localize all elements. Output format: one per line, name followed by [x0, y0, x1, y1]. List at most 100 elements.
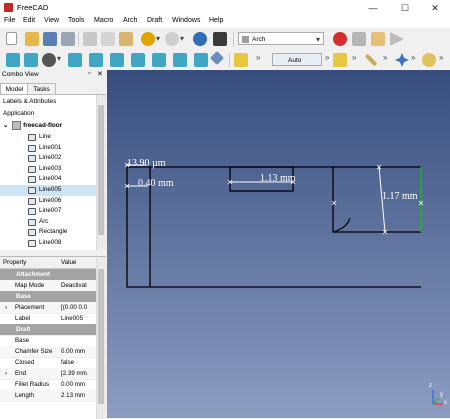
- undo-icon[interactable]: [141, 32, 155, 46]
- draft-line-icon[interactable]: [364, 53, 378, 67]
- property-value[interactable]: Deactivat: [61, 280, 95, 291]
- snap-lock-icon[interactable]: [422, 53, 436, 67]
- edit-macro-icon[interactable]: [371, 32, 385, 46]
- tree-item[interactable]: Arc: [0, 217, 96, 228]
- save-icon[interactable]: [43, 32, 57, 46]
- whats-this-icon[interactable]: [213, 32, 227, 46]
- toolbar-separator: [229, 53, 230, 68]
- tree-item[interactable]: Line004: [0, 174, 96, 185]
- move-icon[interactable]: [395, 53, 409, 67]
- line-object-icon: [28, 155, 36, 163]
- view-rear-icon[interactable]: [152, 53, 166, 67]
- property-scrollbar-thumb[interactable]: [98, 269, 104, 404]
- property-header-row: Property Value: [0, 257, 96, 269]
- record-macro-icon[interactable]: [333, 32, 347, 46]
- menu-tools[interactable]: Tools: [68, 17, 84, 24]
- tree-item[interactable]: Line003: [0, 164, 96, 175]
- expand-chevron-icon[interactable]: ›: [5, 368, 7, 379]
- tree-item[interactable]: Line002: [0, 153, 96, 164]
- menu-help[interactable]: Help: [209, 17, 223, 24]
- tree-item[interactable]: Line: [0, 132, 96, 143]
- cut-icon[interactable]: [83, 32, 97, 46]
- main-toolbar: ▾ ▾ Arch ▾: [0, 28, 450, 51]
- z-axis-label: z: [429, 383, 432, 389]
- freecad-app-icon: [4, 3, 13, 12]
- toolbar-overflow-icon[interactable]: »: [256, 53, 260, 62]
- property-value[interactable]: 2.13 mm: [61, 390, 95, 401]
- menu-file[interactable]: File: [4, 17, 15, 24]
- new-document-icon[interactable]: [6, 32, 17, 45]
- tree-scrollbar[interactable]: [96, 95, 106, 250]
- view-left-icon[interactable]: [194, 53, 208, 67]
- draft-layer-icon[interactable]: [333, 53, 347, 67]
- snap-mode-selector[interactable]: Auto: [272, 53, 322, 66]
- save-as-icon[interactable]: [61, 32, 75, 46]
- drawing-canvas[interactable]: [107, 70, 450, 418]
- copy-icon[interactable]: [101, 32, 115, 46]
- door-arc[interactable]: [332, 217, 351, 233]
- arch-wall-icon[interactable]: [234, 53, 248, 67]
- property-value[interactable]: [(0.00 0.0: [61, 302, 95, 313]
- chevron-down-icon: ▾: [315, 35, 320, 44]
- toolbar-overflow-icon[interactable]: »: [325, 53, 329, 62]
- float-panel-icon[interactable]: ▫: [88, 70, 90, 77]
- y-axis-label: y: [440, 392, 443, 398]
- paste-icon[interactable]: [119, 32, 133, 46]
- property-value[interactable]: 0.00 mm: [61, 379, 95, 390]
- toolbar-overflow-icon[interactable]: »: [439, 53, 443, 62]
- toolbar-overflow-icon[interactable]: »: [383, 53, 387, 62]
- tree-item[interactable]: Line006: [0, 196, 96, 207]
- property-value[interactable]: Line005: [61, 313, 95, 324]
- close-button[interactable]: ✕: [420, 0, 450, 16]
- close-panel-icon[interactable]: ✕: [97, 70, 103, 78]
- view-front-icon[interactable]: [89, 53, 103, 67]
- redo-icon[interactable]: [165, 32, 179, 46]
- menu-view[interactable]: View: [44, 17, 59, 24]
- maximize-button[interactable]: ☐: [390, 0, 420, 16]
- toolbar-overflow-icon[interactable]: »: [411, 53, 415, 62]
- property-value[interactable]: 0.00 mm: [61, 346, 95, 357]
- draw-style-dropdown-icon[interactable]: ▾: [57, 54, 61, 63]
- property-row[interactable]: Length 2.13 mm: [0, 390, 96, 402]
- view-right-icon[interactable]: [131, 53, 145, 67]
- view-bottom-icon[interactable]: [173, 53, 187, 67]
- workbench-selector[interactable]: Arch ▾: [238, 32, 324, 45]
- menu-draft[interactable]: Draft: [147, 17, 162, 24]
- menu-edit[interactable]: Edit: [23, 17, 35, 24]
- fit-all-icon[interactable]: [6, 53, 20, 67]
- view-isometric-icon[interactable]: [68, 53, 82, 67]
- combo-view-title: Combo View: [2, 71, 39, 78]
- tree-item[interactable]: Line008: [0, 238, 96, 249]
- 3d-view[interactable]: 13.90 µm 0.40 mm 1.13 mm 1.17 mm z y x: [107, 70, 450, 418]
- tree-item[interactable]: Line005: [0, 185, 96, 196]
- tree-item[interactable]: Rectangle: [0, 227, 96, 238]
- play-macro-icon[interactable]: [390, 32, 404, 46]
- redo-dropdown-icon[interactable]: ▾: [180, 34, 184, 43]
- stop-macro-icon[interactable]: [352, 32, 366, 46]
- tree-item[interactable]: Line001: [0, 143, 96, 154]
- chevron-down-icon[interactable]: ⌄: [3, 122, 8, 129]
- line-object-icon: [28, 197, 36, 205]
- minimize-button[interactable]: —: [358, 0, 388, 16]
- menu-macro[interactable]: Macro: [94, 17, 113, 24]
- property-value[interactable]: [2.39 mm: [61, 368, 95, 379]
- tree-item[interactable]: Line007: [0, 206, 96, 217]
- view-top-icon[interactable]: [110, 53, 124, 67]
- undo-dropdown-icon[interactable]: ▾: [156, 34, 160, 43]
- open-folder-icon[interactable]: [25, 32, 39, 46]
- menu-windows[interactable]: Windows: [172, 17, 200, 24]
- menu-arch[interactable]: Arch: [123, 17, 137, 24]
- document-node[interactable]: ⌄ freecad-floor: [3, 121, 96, 131]
- refresh-icon[interactable]: [193, 32, 207, 46]
- property-scrollbar[interactable]: [96, 257, 106, 419]
- measure-icon[interactable]: [209, 50, 225, 66]
- title-bar: FreeCAD — ☐ ✕: [0, 0, 450, 16]
- property-value[interactable]: false: [61, 357, 95, 368]
- toolbar-overflow-icon[interactable]: »: [352, 53, 356, 62]
- fit-selection-icon[interactable]: [24, 53, 38, 67]
- line-object-icon: [28, 165, 36, 173]
- draw-style-icon[interactable]: [42, 53, 56, 67]
- expand-chevron-icon[interactable]: ›: [5, 302, 7, 313]
- tree-scrollbar-thumb[interactable]: [98, 105, 104, 235]
- window-title: FreeCAD: [17, 3, 49, 12]
